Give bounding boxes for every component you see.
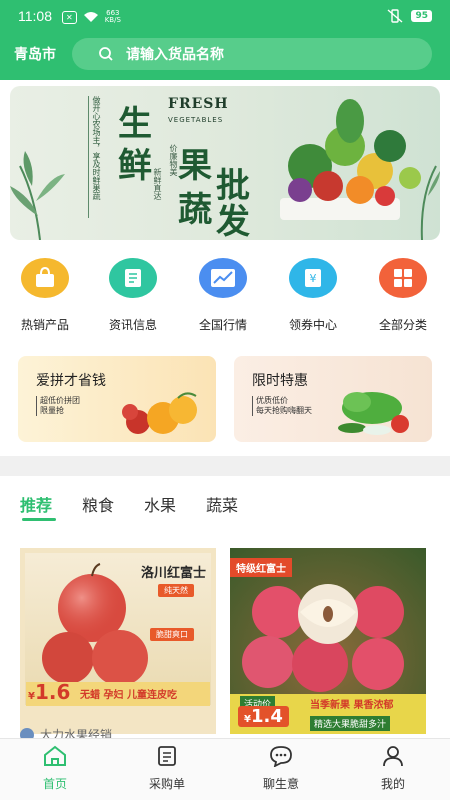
chat-icon [270,746,292,768]
category-label: 全国行情 [198,318,247,332]
price-value: 1.4 [250,706,283,727]
order-list-icon [158,746,176,766]
user-icon [383,746,403,767]
product-price: ¥ 1.4 [238,706,289,727]
tab-fruit[interactable]: 水果 [144,492,176,516]
network-speed-unit: KB/S [104,16,121,24]
fruit-image [122,392,197,434]
status-left-icons: ✕ 663 KB/S [62,10,121,24]
nav-label: 我的 [380,777,405,791]
home-icon [44,745,66,766]
category-label: 热销产品 [20,318,69,332]
nav-chat[interactable]: 聊生意 [246,745,316,792]
promo-card-group-buy[interactable]: 爱拼才省钱 超低价拼团 限量抢 [18,356,216,442]
promo-sub-line: 限量抢 [40,406,64,415]
banner-vertical-line1: 做开心农场主，享及时鲜果蔬 [88,96,102,218]
category-coupons[interactable]: ¥ 领券中心 [278,258,348,333]
category-row: 热销产品 资讯信息 全国行情 ¥ 领券中心 全部分类 [0,258,450,338]
banner-char: 发 [216,202,250,240]
search-placeholder: 请输入货品名称 [126,47,224,63]
banner-fresh: FRESH [168,96,229,112]
battery-icon: 95 [411,10,432,22]
trend-chart-icon [199,258,247,298]
wifi-icon [83,12,98,22]
tab-vegetable[interactable]: 蔬菜 [206,492,238,516]
category-label: 资讯信息 [108,318,157,332]
banner-char: 鲜 [118,146,152,186]
vegetable-pile-image [280,99,440,240]
status-bar: 11:08 ✕ 663 KB/S 95 [0,0,450,34]
promo-card-flash-sale[interactable]: 限时特惠 优质低价 每天抢购嗨翻天 [234,356,432,442]
vibrate-off-icon [388,9,403,23]
nav-label: 首页 [42,777,67,791]
active-tab-indicator [22,518,56,521]
apple-image [242,584,404,692]
promo-sub-line: 每天抢购嗨翻天 [256,406,312,415]
grid-icon [379,258,427,298]
nav-label: 聊生意 [262,777,299,791]
banner-char: 蔬 [178,190,212,230]
network-speed: 663 KB/S [105,10,121,24]
palm-leaf-decoration [10,151,65,240]
svg-text:¥: ¥ [310,272,317,285]
search-icon [99,47,113,61]
product-card[interactable]: 特级红富士 活动价 ¥ 1.4 当季新果 果香浓郁 精选大果脆甜多汁 [230,548,426,734]
tab-recommend[interactable]: 推荐 [20,492,52,516]
header: 青岛市 请输入货品名称 [0,34,450,74]
category-label: 全部分类 [378,318,427,332]
product-tabs: 推荐 粮食 水果 蔬菜 [0,488,450,524]
search-input[interactable]: 请输入货品名称 [72,38,432,70]
banner-char: 果 [178,146,212,186]
bottom-nav: 首页 采购单 聊生意 我的 [0,738,450,800]
vegetables-image [338,392,409,435]
product-slogan: 无蜡 孕妇 儿童连皮吃 [80,690,177,701]
status-time: 11:08 [18,8,52,24]
category-all[interactable]: 全部分类 [368,258,438,333]
section-divider [0,456,450,476]
tab-grain[interactable]: 粮食 [82,492,114,516]
price-value: 1.6 [34,680,71,704]
apple-image [42,563,148,686]
coupon-icon: ¥ [289,258,337,298]
promo-subtitle: 超低价拼团 限量抢 [36,396,80,416]
status-right-icons: 95 [387,9,432,23]
promo-title: 限时特惠 [252,373,308,389]
shopping-bag-icon [21,258,69,298]
price-symbol: ¥ [28,691,35,702]
promo-sub-line: 优质低价 [256,396,288,405]
notification-icon: ✕ [62,10,77,24]
banner-vegetables: VEGETABLES [168,116,224,124]
promo-subtitle: 优质低价 每天抢购嗨翻天 [252,396,312,416]
news-icon [109,258,157,298]
promo-title: 爱拼才省钱 [36,373,106,389]
product-banner-text: 当季新果 果香浓郁 [310,700,394,711]
nav-orders[interactable]: 采购单 [132,745,202,792]
category-news[interactable]: 资讯信息 [98,258,168,333]
promo-sub-line: 超低价拼团 [40,396,80,405]
nav-profile[interactable]: 我的 [358,745,428,792]
product-banner-text: 精选大果脆甜多汁 [310,716,391,731]
category-hot-products[interactable]: 热销产品 [10,258,80,333]
product-card[interactable]: 洛川红富士 纯天然 脆甜爽口 ¥ 1.6 无蜡 孕妇 儿童连皮吃 [20,548,216,734]
promo-banner[interactable]: 做开心农场主，享及时鲜果蔬 生 鲜 新鲜直达 价廉物美 果 蔬 批 发 FRES… [10,86,440,240]
banner-slogan-1: 新鲜直达 [153,168,162,200]
product-price: ¥ 1.6 [28,680,70,704]
nav-label: 采购单 [148,777,185,791]
nav-home[interactable]: 首页 [20,745,90,792]
price-symbol: ¥ [244,714,251,725]
category-market-trends[interactable]: 全国行情 [188,258,258,333]
city-selector[interactable]: 青岛市 [14,44,56,64]
category-label: 领券中心 [288,318,337,332]
